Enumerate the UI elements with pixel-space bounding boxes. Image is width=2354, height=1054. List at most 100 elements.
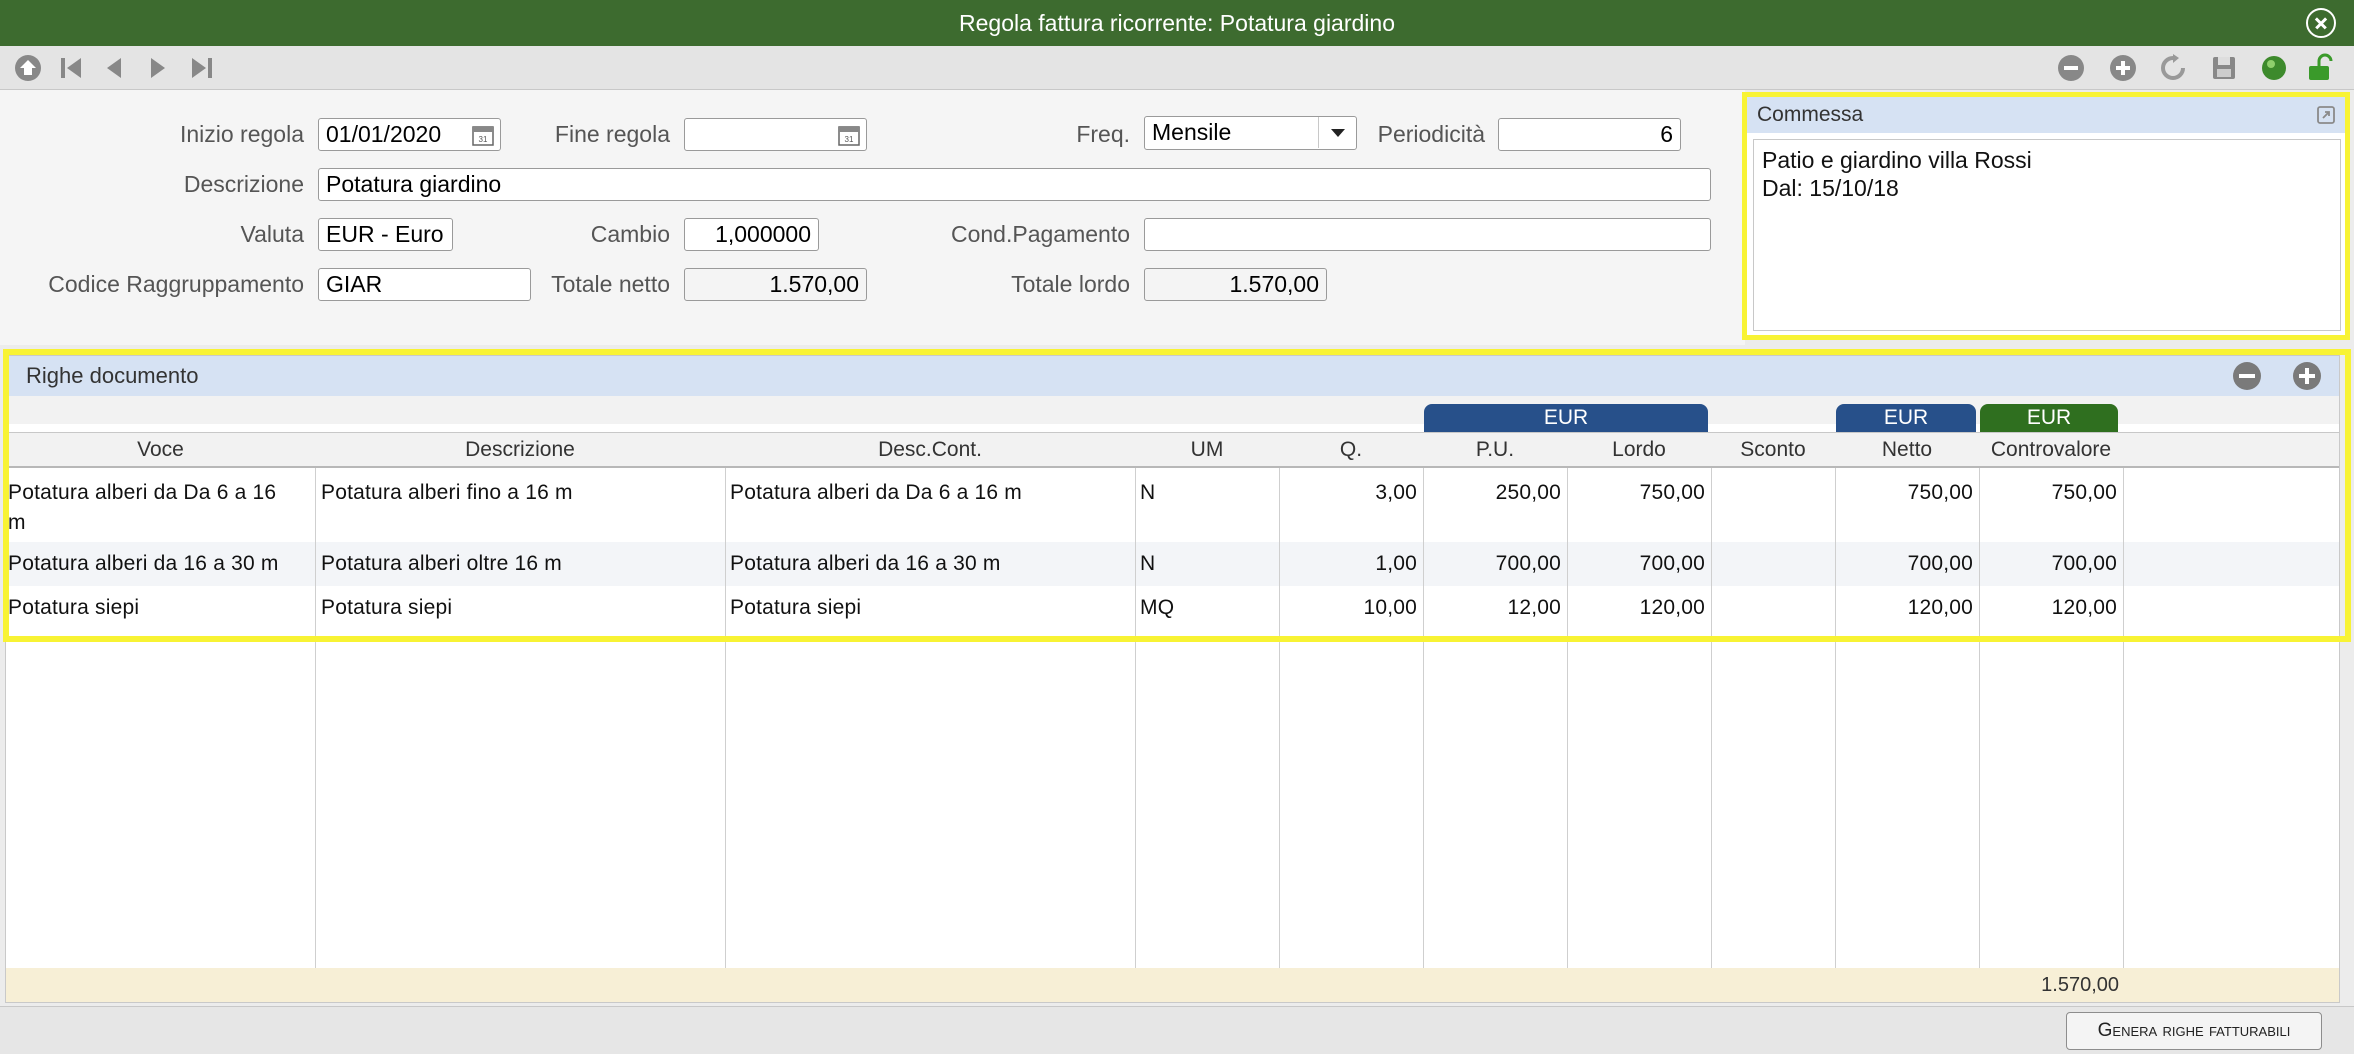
commessa-title: Commessa	[1757, 103, 1864, 126]
column-header-descrizione[interactable]: Descrizione	[315, 432, 725, 468]
home-icon[interactable]	[12, 52, 44, 84]
previous-record-icon[interactable]	[98, 52, 130, 84]
cell-lordo: 750,00	[1639, 481, 1705, 504]
calendar-icon[interactable]: 31	[471, 123, 495, 147]
cell-q: 10,00	[1363, 596, 1417, 619]
righe-title: Righe documento	[26, 363, 199, 388]
currency-tag: EUR	[1836, 404, 1976, 432]
remove-icon[interactable]	[2055, 52, 2087, 84]
descrizione-label: Descrizione	[183, 171, 304, 197]
cell-netto: 750,00	[1907, 481, 1973, 504]
codice-raggruppamento-label: Codice Raggruppamento	[48, 271, 304, 297]
chevron-down-icon[interactable]	[1318, 117, 1356, 148]
grid-line	[2123, 468, 2124, 1002]
cell-pu: 700,00	[1495, 552, 1561, 575]
fine-regola-label: Fine regola	[554, 121, 670, 147]
cell-pu: 12,00	[1507, 596, 1561, 619]
valuta-field[interactable]: EUR - Euro	[318, 218, 453, 251]
periodicita-label: Periodicità	[1377, 121, 1485, 147]
righe-documento-grid: Righe documento EUR EUR EUR Voce Descriz…	[5, 355, 2340, 1003]
column-header-lordo[interactable]: Lordo	[1567, 432, 1711, 468]
remove-row-icon[interactable]	[2231, 360, 2263, 392]
grid-line	[1423, 468, 1424, 968]
first-record-icon[interactable]	[55, 52, 87, 84]
cell-um: N	[1140, 481, 1156, 504]
title-bar: Regola fattura ricorrente: Potatura giar…	[0, 0, 2354, 46]
cambio-field[interactable]: 1,000000	[684, 218, 819, 251]
totale-netto-label: Totale netto	[551, 271, 670, 297]
commessa-body[interactable]: Patio e giardino villa Rossi Dal: 15/10/…	[1753, 139, 2341, 331]
currency-tag: EUR	[1980, 404, 2118, 432]
valuta-label: Valuta	[240, 221, 304, 247]
cell-voce: Potatura siepi	[8, 596, 140, 619]
periodicita-field[interactable]: 6	[1498, 118, 1681, 151]
cell-pu: 250,00	[1495, 481, 1561, 504]
refresh-icon[interactable]	[2157, 52, 2189, 84]
totale-netto-field: 1.570,00	[684, 268, 867, 301]
cell-controvalore: 750,00	[2051, 481, 2117, 504]
cell-descrizione: Potatura alberi fino a 16 m	[321, 481, 573, 504]
calendar-icon[interactable]: 31	[837, 123, 861, 147]
grid-line	[1135, 468, 1136, 968]
cell-lordo: 700,00	[1639, 552, 1705, 575]
cell-desc-cont: Potatura alberi da 16 a 30 m	[730, 552, 1001, 575]
toolbar	[0, 46, 2354, 90]
cell-q: 3,00	[1375, 481, 1417, 504]
grid-line	[1567, 468, 1568, 968]
column-header-q[interactable]: Q.	[1279, 432, 1423, 468]
column-header-voce[interactable]: Voce	[6, 432, 315, 468]
svg-text:31: 31	[845, 135, 854, 144]
cell-um: N	[1140, 552, 1156, 575]
commessa-panel: Commessa Patio e giardino villa Rossi Da…	[1742, 92, 2350, 340]
add-icon[interactable]	[2107, 52, 2139, 84]
cell-controvalore: 120,00	[2051, 596, 2117, 619]
codice-raggruppamento-field[interactable]: GIAR	[318, 268, 531, 301]
svg-text:31: 31	[479, 135, 488, 144]
column-header-pu[interactable]: P.U.	[1423, 432, 1567, 468]
grid-line	[1711, 468, 1712, 968]
commessa-name: Patio e giardino villa Rossi	[1762, 147, 2032, 173]
cell-descrizione: Potatura alberi oltre 16 m	[321, 552, 562, 575]
bottom-bar: Genera righe fatturabili	[0, 1006, 2354, 1054]
add-row-icon[interactable]	[2291, 360, 2323, 392]
genera-righe-fatturabili-button[interactable]: Genera righe fatturabili	[2066, 1012, 2322, 1050]
commessa-header: Commessa	[1747, 97, 2345, 133]
cell-lordo: 120,00	[1639, 596, 1705, 619]
descrizione-field[interactable]: Potatura giardino	[318, 168, 1711, 201]
commessa-date: Dal: 15/10/18	[1762, 175, 1899, 201]
column-header-um[interactable]: UM	[1135, 432, 1279, 468]
last-record-icon[interactable]	[186, 52, 218, 84]
cell-voce: Potatura alberi da Da 6 a 16 m	[8, 481, 277, 534]
cond-pagamento-label: Cond.Pagamento	[950, 221, 1130, 247]
cell-controvalore: 700,00	[2051, 552, 2117, 575]
column-header-controvalore[interactable]: Controvalore	[1979, 432, 2123, 468]
save-icon[interactable]	[2208, 52, 2240, 84]
total-controvalore: 1.570,00	[2041, 974, 2119, 996]
grid-line	[1979, 468, 1980, 1002]
next-record-icon[interactable]	[142, 52, 174, 84]
freq-label: Freq.	[1076, 121, 1130, 147]
window-title: Regola fattura ricorrente: Potatura giar…	[959, 10, 1395, 36]
unlock-icon[interactable]	[2304, 52, 2336, 84]
grid-line	[1279, 468, 1280, 968]
status-icon	[2258, 52, 2290, 84]
grid-line	[725, 468, 726, 968]
freq-select[interactable]: Mensile	[1144, 116, 1357, 150]
close-icon[interactable]	[2306, 8, 2336, 38]
column-header-sconto[interactable]: Sconto	[1711, 432, 1835, 468]
totale-lordo-field: 1.570,00	[1144, 268, 1327, 301]
cell-q: 1,00	[1375, 552, 1417, 575]
cond-pagamento-field[interactable]	[1144, 218, 1711, 251]
freq-value: Mensile	[1152, 119, 1232, 145]
inizio-regola-field[interactable]: 01/01/2020 31	[318, 118, 501, 151]
header-form: Inizio regola 01/01/2020 31 Fine regola …	[0, 90, 1745, 345]
grid-line	[1835, 468, 1836, 968]
cell-desc-cont: Potatura siepi	[730, 596, 862, 619]
currency-tag: EUR	[1424, 404, 1708, 432]
link-icon[interactable]	[2315, 104, 2337, 126]
cell-descrizione: Potatura siepi	[321, 596, 453, 619]
column-header-desc-cont[interactable]: Desc.Cont.	[725, 432, 1135, 468]
fine-regola-field[interactable]: 31	[684, 118, 867, 151]
cell-um: MQ	[1140, 596, 1175, 619]
column-header-netto[interactable]: Netto	[1835, 432, 1979, 468]
